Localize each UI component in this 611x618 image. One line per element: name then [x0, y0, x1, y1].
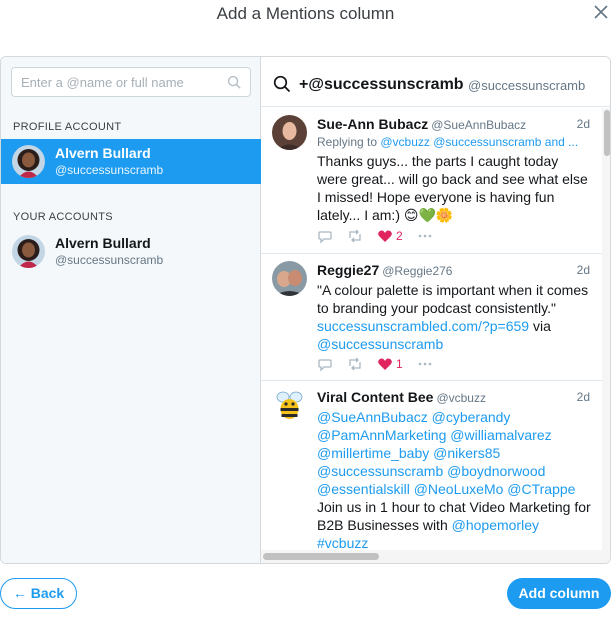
retweet-icon[interactable]	[347, 356, 363, 372]
tweet-via: via	[529, 318, 551, 334]
like-count: 2	[396, 229, 403, 243]
add-column-button[interactable]: Add column	[507, 578, 611, 609]
avatar	[12, 145, 45, 178]
vertical-scrollbar[interactable]	[602, 108, 610, 551]
tweet-body: Thanks guys... the parts I caught today …	[317, 153, 588, 223]
column-builder-panel: PROFILE ACCOUNT Alvern Bullard @successu…	[0, 56, 611, 564]
account-item[interactable]: Alvern Bullard @successunscramb	[1, 229, 261, 274]
account-handle: @successunscramb	[55, 253, 164, 267]
column-handle: @successunscramb	[468, 78, 586, 93]
bee-avatar	[272, 388, 307, 423]
search-icon	[227, 75, 241, 89]
horizontal-scrollbar[interactable]	[261, 550, 610, 563]
tweet[interactable]: Sue-Ann Bubacz @SueAnnBubacz 2d Replying …	[261, 108, 602, 254]
column-preview: +@successunscramb @successunscramb Sue-A…	[261, 57, 610, 563]
tweet-author-name: Reggie27	[317, 262, 380, 278]
tweet-hashtag[interactable]: #vcbuzz	[317, 535, 368, 551]
tweet-author-name: Viral Content Bee	[317, 389, 434, 405]
column-header: +@successunscramb @successunscramb	[261, 57, 610, 107]
column-query: +@successunscramb	[299, 76, 464, 93]
tweet-body: @SueAnnBubacz @cyberandy @PamAnnMarketin…	[317, 408, 592, 551]
tweet-body: "A colour palette is important when it c…	[317, 281, 592, 353]
dialog-title: Add a Mentions column	[216, 4, 395, 23]
tweet-author-handle: @vcbuzz	[436, 391, 486, 405]
account-search[interactable]	[11, 67, 251, 97]
tweet[interactable]: Reggie27 @Reggie276 2d "A colour palette …	[261, 254, 602, 381]
profile-account-label: PROFILE ACCOUNT	[13, 121, 122, 133]
more-icon[interactable]	[417, 228, 433, 244]
tweet-time: 2d	[576, 263, 590, 277]
profile-account-item[interactable]: Alvern Bullard @successunscramb	[1, 139, 261, 184]
account-search-input[interactable]	[12, 68, 212, 96]
tweet[interactable]: Viral Content Bee @vcbuzz 2d @SueAnnBubac…	[261, 381, 602, 551]
account-name: Alvern Bullard	[55, 235, 151, 251]
like-icon[interactable]	[377, 356, 393, 372]
profile-account-name: Alvern Bullard	[55, 145, 151, 161]
scroll-thumb[interactable]	[263, 553, 379, 560]
tweet-mentions[interactable]: @SueAnnBubacz @cyberandy @PamAnnMarketin…	[317, 409, 575, 497]
search-icon	[273, 75, 291, 93]
avatar	[272, 115, 307, 150]
tweet-link[interactable]: successunscrambled.com/?p=659	[317, 318, 529, 334]
tweet-actions: 2	[317, 228, 447, 244]
your-accounts-label: YOUR ACCOUNTS	[13, 211, 113, 223]
tweet-feed[interactable]: Sue-Ann Bubacz @SueAnnBubacz 2d Replying …	[261, 108, 602, 551]
back-button[interactable]: ← Back	[0, 578, 77, 609]
account-picker: PROFILE ACCOUNT Alvern Bullard @successu…	[1, 57, 261, 563]
add-column-dialog: Add a Mentions column PROFILE ACCOUNT	[0, 0, 611, 618]
scroll-thumb[interactable]	[604, 110, 610, 156]
like-count: 1	[396, 357, 403, 371]
retweet-icon[interactable]	[347, 228, 363, 244]
tweet-mention[interactable]: @hopemorley	[452, 517, 539, 533]
more-icon[interactable]	[417, 356, 433, 372]
reply-prefix: Replying to	[317, 135, 381, 149]
reply-icon[interactable]	[317, 228, 333, 244]
close-icon[interactable]	[593, 4, 609, 20]
avatar	[12, 235, 45, 268]
reply-icon[interactable]	[317, 356, 333, 372]
tweet-text: "A colour palette is important when it c…	[317, 282, 589, 316]
tweet-author-handle: @Reggie276	[382, 264, 453, 278]
tweet-author-handle: @SueAnnBubacz	[431, 118, 527, 132]
tweet-mention[interactable]: @successunscramb	[317, 336, 443, 352]
tweet-author[interactable]: Viral Content Bee @vcbuzz	[317, 389, 486, 405]
profile-account-handle: @successunscramb	[55, 163, 164, 177]
tweet-time: 2d	[576, 117, 590, 131]
tweet-time: 2d	[576, 390, 590, 404]
like-icon[interactable]	[377, 228, 393, 244]
tweet-author-name: Sue-Ann Bubacz	[317, 116, 429, 132]
tweet-author[interactable]: Reggie27 @Reggie276	[317, 262, 452, 278]
tweet-actions: 1	[317, 356, 447, 372]
avatar	[272, 261, 307, 296]
tweet-author[interactable]: Sue-Ann Bubacz @SueAnnBubacz	[317, 116, 526, 132]
tweet-reply-context: Replying to @vcbuzz @successunscramb and…	[317, 135, 589, 149]
reply-to-link[interactable]: @vcbuzz @successunscramb and ...	[380, 135, 578, 149]
